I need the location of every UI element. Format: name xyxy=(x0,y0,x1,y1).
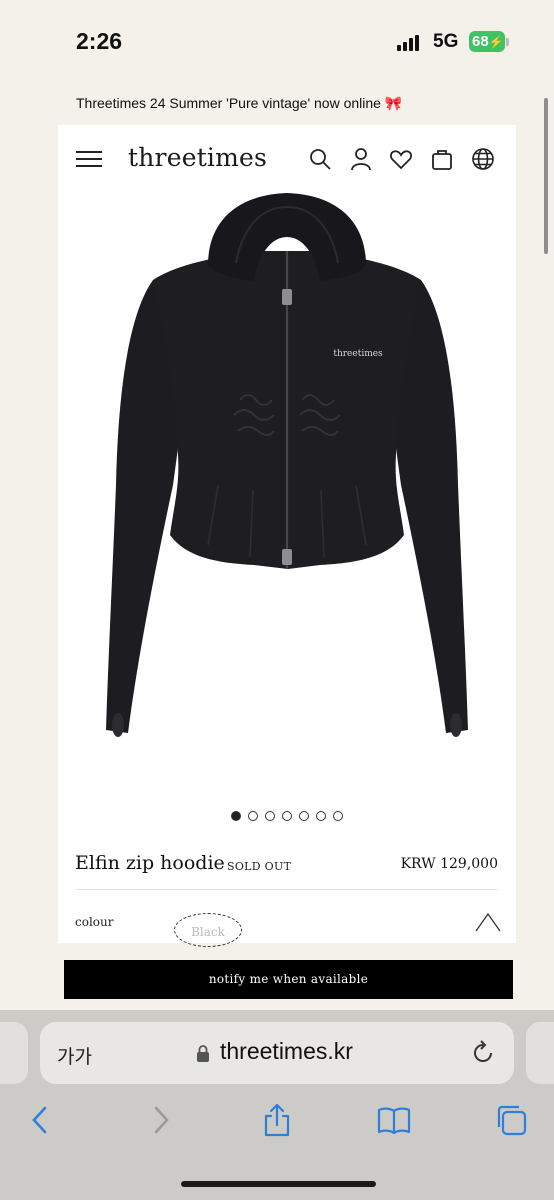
battery-cap xyxy=(506,38,509,46)
carousel-dot[interactable] xyxy=(333,811,343,821)
share-icon[interactable] xyxy=(260,1103,294,1137)
previous-tab-preview[interactable] xyxy=(0,1022,28,1084)
home-indicator[interactable] xyxy=(181,1181,376,1187)
carousel-dot[interactable] xyxy=(282,811,292,821)
colour-option-black[interactable]: Black xyxy=(174,913,242,947)
search-icon[interactable] xyxy=(308,147,332,171)
page-scrollbar[interactable] xyxy=(544,98,548,254)
battery-icon: 68⚡ xyxy=(469,31,505,52)
collapse-chevron-icon[interactable] xyxy=(474,911,502,933)
sold-out-badge: SOLD OUT xyxy=(227,860,292,873)
carousel-dot[interactable] xyxy=(248,811,258,821)
wishlist-heart-icon[interactable] xyxy=(389,147,413,171)
battery-level: 68 xyxy=(472,33,489,50)
product-price: KRW 129,000 xyxy=(400,856,498,872)
forward-icon[interactable] xyxy=(143,1103,177,1137)
chest-logo-text: threetimes xyxy=(333,349,383,359)
cellular-signal-icon xyxy=(397,35,419,51)
menu-icon[interactable] xyxy=(76,151,102,169)
network-type-label: 5G xyxy=(433,31,459,52)
product-page: threetimes threetimes Elfin zip hoodie S… xyxy=(58,125,516,947)
back-icon[interactable] xyxy=(24,1103,58,1137)
account-icon[interactable] xyxy=(349,147,373,171)
carousel-dot[interactable] xyxy=(299,811,309,821)
text-size-button[interactable]: 가가 xyxy=(57,1042,92,1069)
image-carousel-dots xyxy=(231,811,343,823)
brand-logo[interactable]: threetimes xyxy=(128,143,267,172)
url-text[interactable]: threetimes.kr xyxy=(220,1038,353,1065)
announcement-banner[interactable]: Threetimes 24 Summer 'Pure vintage' now … xyxy=(76,95,402,112)
carousel-dot[interactable] xyxy=(231,811,241,821)
reload-icon[interactable] xyxy=(470,1040,496,1066)
lock-icon xyxy=(197,1045,209,1062)
carousel-dot[interactable] xyxy=(316,811,326,821)
bookmarks-icon[interactable] xyxy=(377,1103,411,1137)
language-globe-icon[interactable] xyxy=(471,147,495,171)
notify-me-button[interactable]: notify me when available xyxy=(64,960,513,999)
next-tab-preview[interactable] xyxy=(526,1022,554,1084)
divider xyxy=(75,889,498,890)
status-bar: 2:26 5G 68⚡ xyxy=(0,0,554,82)
colour-label: colour xyxy=(75,915,114,929)
carousel-dot[interactable] xyxy=(265,811,275,821)
product-name: Elfin zip hoodie xyxy=(75,852,225,874)
shopping-bag-icon[interactable] xyxy=(430,147,454,171)
product-image[interactable]: threetimes xyxy=(58,185,516,785)
status-time: 2:26 xyxy=(76,28,123,54)
tabs-icon[interactable] xyxy=(494,1103,528,1137)
announcement-text: Threetimes 24 Summer 'Pure vintage' now … xyxy=(76,95,381,111)
address-bar[interactable]: 가가 threetimes.kr xyxy=(40,1022,514,1084)
ribbon-emoji: 🎀 xyxy=(384,95,403,111)
